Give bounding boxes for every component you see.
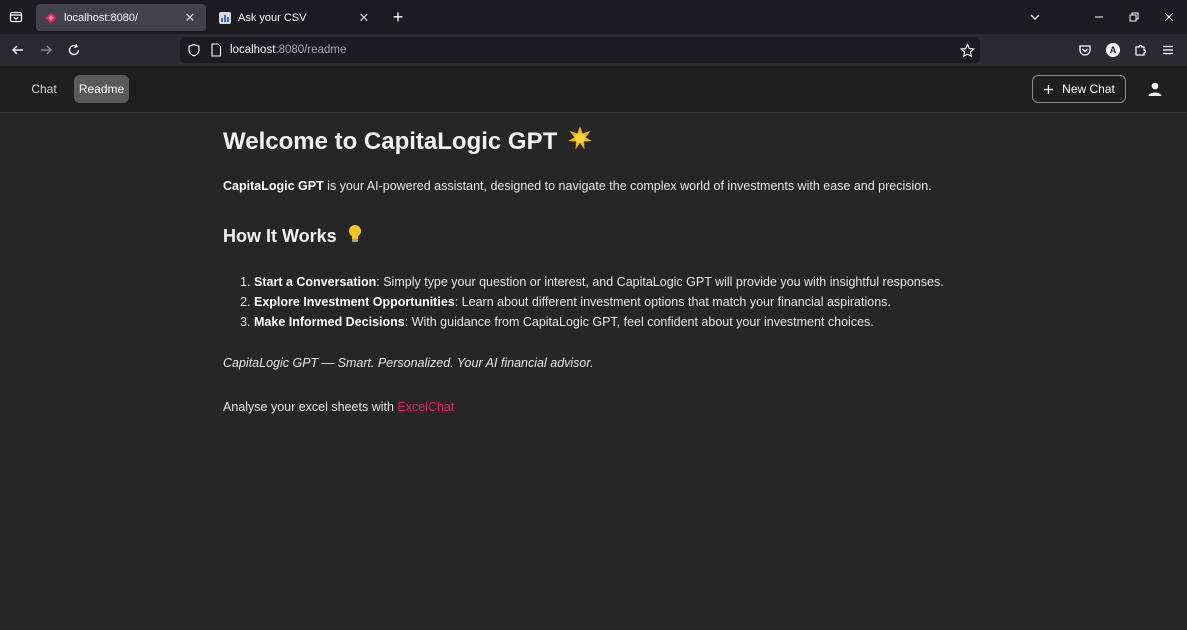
intro-text: is your AI-powered assistant, designed t… (323, 179, 932, 193)
nav-tab-readme[interactable]: Readme (74, 75, 129, 103)
user-profile-button[interactable] (1144, 78, 1166, 100)
close-window-button[interactable] (1158, 6, 1180, 28)
close-tab-icon[interactable]: ✕ (356, 10, 372, 26)
list-item: Explore Investment Opportunities: Learn … (254, 292, 944, 312)
step-text: : Learn about different investment optio… (454, 295, 891, 309)
restore-button[interactable] (1123, 6, 1145, 28)
browser-tab-bar: localhost:8080/ ✕ Ask your CSV ✕ + (0, 0, 1187, 34)
new-chat-label: New Chat (1062, 82, 1115, 96)
tab-title: localhost:8080/ (64, 11, 138, 24)
new-tab-button[interactable]: + (389, 7, 407, 27)
section-heading: How It Works (223, 224, 363, 249)
tab-list-button[interactable] (5, 6, 27, 28)
lightbulb-icon (347, 224, 363, 249)
reload-button[interactable] (62, 39, 86, 61)
nav-tab-chat[interactable]: Chat (24, 75, 64, 103)
profile-initial: A (1109, 45, 1117, 55)
shield-icon[interactable] (186, 42, 202, 58)
minimize-icon (1095, 16, 1103, 18)
url-bar[interactable]: localhost:8080/readme (180, 37, 980, 63)
puzzle-icon (1135, 44, 1147, 56)
step-title: Start a Conversation (254, 275, 377, 289)
section-heading-text: How It Works (223, 226, 337, 246)
excel-prefix: Analyse your excel sheets with (223, 400, 398, 414)
list-item: Start a Conversation: Simply type your q… (254, 272, 944, 292)
back-button[interactable] (6, 39, 30, 61)
close-tab-icon[interactable]: ✕ (182, 10, 198, 26)
close-icon (1164, 12, 1174, 22)
browser-tab[interactable]: Ask your CSV ✕ (210, 4, 380, 31)
tagline: CapitaLogic GPT — Smart. Personalized. Y… (223, 356, 594, 370)
reload-icon (68, 43, 80, 56)
url-path: :8080/readme (275, 44, 347, 56)
pocket-icon (1079, 45, 1091, 56)
arrow-left-icon (12, 45, 23, 55)
browser-navigation-bar: localhost:8080/readme A (0, 34, 1187, 66)
app-favicon-icon (44, 11, 58, 25)
arrow-right-icon (41, 45, 52, 55)
chart-favicon-icon (218, 11, 232, 25)
list-item: Make Informed Decisions: With guidance f… (254, 312, 944, 332)
bookmark-star-icon[interactable] (958, 41, 976, 59)
page-icon[interactable] (208, 42, 224, 58)
excel-chat-line: Analyse your excel sheets with ExcelChat (223, 400, 454, 414)
list-all-tabs-button[interactable] (1024, 6, 1046, 28)
step-text: : With guidance from CapitaLogic GPT, fe… (404, 315, 874, 329)
extensions-button[interactable] (1131, 40, 1151, 60)
steps-list: Start a Conversation: Simply type your q… (241, 272, 944, 332)
hamburger-menu-icon (1163, 45, 1173, 55)
plus-icon (1044, 84, 1054, 94)
intro-bold: CapitaLogic GPT (223, 179, 324, 193)
menu-button[interactable] (1158, 40, 1178, 60)
step-title: Make Informed Decisions (254, 315, 405, 329)
app-header: Chat Readme New Chat (0, 66, 1187, 113)
browser-tab-active[interactable]: localhost:8080/ ✕ (36, 4, 206, 31)
page-title-text: Welcome to CapitaLogic GPT (223, 127, 558, 155)
new-chat-button[interactable]: New Chat (1032, 75, 1126, 103)
forward-button[interactable] (34, 39, 58, 61)
minimize-button[interactable] (1088, 6, 1110, 28)
restore-icon (1129, 12, 1139, 22)
account-button[interactable]: A (1103, 40, 1123, 60)
url-host: localhost (230, 44, 276, 56)
excel-chat-link[interactable]: ExcelChat (397, 400, 454, 414)
pocket-button[interactable] (1075, 40, 1095, 60)
user-icon (1148, 82, 1162, 96)
page-title: Welcome to CapitaLogic GPT (223, 125, 593, 158)
step-text: : Simply type your question or interest,… (376, 275, 944, 289)
tab-list-icon (9, 11, 23, 23)
chevron-down-icon (1030, 14, 1040, 20)
step-title: Explore Investment Opportunities (254, 295, 455, 309)
glowing-star-icon (567, 125, 593, 158)
intro-paragraph: CapitaLogic GPT is your AI-powered assis… (223, 179, 932, 193)
tab-title: Ask your CSV (238, 11, 307, 24)
